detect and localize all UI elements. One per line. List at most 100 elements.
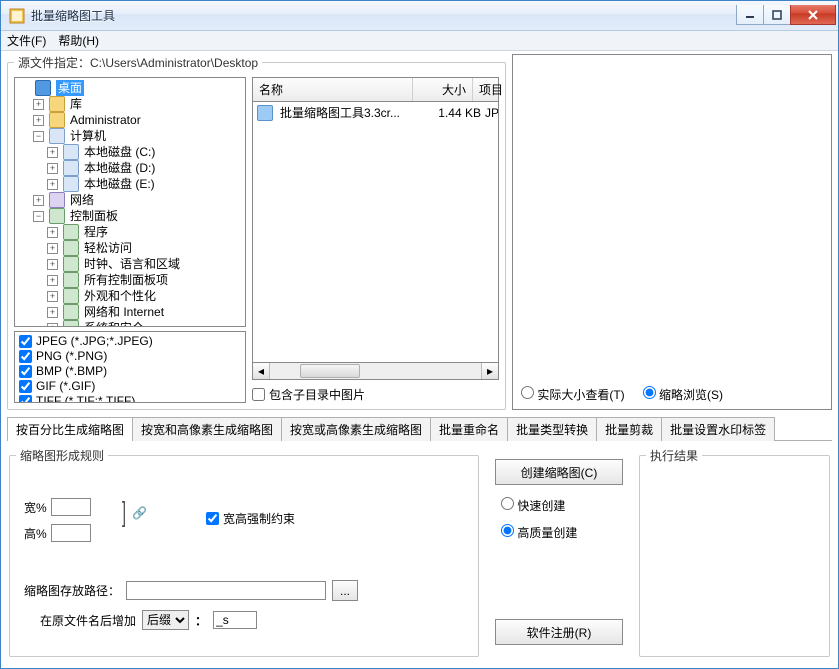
filelist-header[interactable]: 名称 大小 项目: [252, 77, 499, 101]
menu-help[interactable]: 帮助(H): [58, 32, 99, 49]
tree-libraries[interactable]: 库: [70, 96, 82, 112]
file-size: 1.44 KB: [421, 106, 481, 120]
result-group: 执行结果: [639, 447, 830, 657]
menubar: 文件(F) 帮助(H): [1, 31, 838, 51]
tree-security[interactable]: 系统和安全: [84, 320, 144, 327]
libraries-icon: [49, 96, 65, 112]
folder-tree[interactable]: 桌面 +库 +Administrator −计算机 +本地磁盘 (C:) +本地…: [14, 77, 246, 327]
filetype-filters[interactable]: JPEG (*.JPG;*.JPEG) PNG (*.PNG) BMP (*.B…: [14, 331, 246, 403]
suffix-mode-select[interactable]: 后缀: [142, 610, 189, 630]
file-name: 批量缩略图工具3.3cr...: [280, 104, 400, 121]
net-internet-icon: [63, 304, 79, 320]
filter-bmp[interactable]: BMP (*.BMP): [19, 364, 241, 379]
drive-icon: [63, 144, 79, 160]
filter-jpeg[interactable]: JPEG (*.JPG;*.JPEG): [19, 334, 241, 349]
constrain-ratio[interactable]: 宽高强制约束: [206, 510, 295, 527]
tabstrip: 按百分比生成缩略图 按宽和高像素生成缩略图 按宽或高像素生成缩略图 批量重命名 …: [7, 416, 832, 441]
tab-rename[interactable]: 批量重命名: [430, 417, 508, 441]
height-label: 高%: [24, 525, 47, 542]
actions-column: 创建缩略图(C) 快速创建 高质量创建 软件注册(R): [489, 445, 629, 659]
tree-drive-e[interactable]: 本地磁盘 (E:): [84, 176, 155, 192]
expand-icon[interactable]: +: [33, 99, 44, 110]
width-label: 宽%: [24, 499, 47, 516]
window-buttons: [737, 5, 836, 25]
filelist-row[interactable]: 批量缩略图工具3.3cr... 1.44 KB JPEG: [253, 102, 498, 123]
col-name[interactable]: 名称: [253, 78, 413, 101]
tree-desktop[interactable]: 桌面: [56, 80, 84, 96]
register-button[interactable]: 软件注册(R): [495, 619, 623, 645]
all-cp-icon: [63, 272, 79, 288]
filelist-scrollbar[interactable]: ◂ ▸: [252, 363, 499, 380]
scroll-thumb[interactable]: [300, 364, 360, 378]
result-area: [646, 470, 823, 640]
view-actual-size[interactable]: 实际大小查看(T): [521, 386, 625, 403]
tree-netint[interactable]: 网络和 Internet: [84, 304, 164, 320]
menu-file[interactable]: 文件(F): [7, 32, 46, 49]
tree-computer[interactable]: 计算机: [70, 128, 106, 144]
save-path-label: 缩略图存放路径：: [24, 582, 120, 599]
colon-label: ：: [195, 612, 207, 629]
tab-by-w-or-h[interactable]: 按宽或高像素生成缩略图: [281, 417, 431, 441]
quick-create-radio[interactable]: 快速创建: [501, 497, 623, 514]
network-icon: [49, 192, 65, 208]
browse-button[interactable]: ...: [332, 580, 358, 601]
control-panel-icon: [49, 208, 65, 224]
clock-icon: [63, 256, 79, 272]
tab-convert[interactable]: 批量类型转换: [507, 417, 597, 441]
tree-programs[interactable]: 程序: [84, 224, 108, 240]
window-title: 批量缩略图工具: [31, 7, 115, 24]
scroll-track[interactable]: [270, 363, 481, 379]
suffix-input[interactable]: [213, 611, 257, 629]
tree-admin[interactable]: Administrator: [70, 112, 141, 128]
drive-icon: [63, 176, 79, 192]
tree-ease[interactable]: 轻松访问: [84, 240, 132, 256]
app-window: 批量缩略图工具 文件(F) 帮助(H) 源文件指定：C:\Users\Admin…: [0, 0, 839, 669]
tree-clock[interactable]: 时钟、语言和区域: [84, 256, 180, 272]
filter-png[interactable]: PNG (*.PNG): [19, 349, 241, 364]
rule-legend: 缩略图形成规则: [16, 447, 108, 464]
preview-panel: 实际大小查看(T) 缩略浏览(S): [512, 54, 832, 410]
minimize-button[interactable]: [736, 5, 764, 25]
rule-group: 缩略图形成规则 宽% 高% ] 🔗 宽高强制约束 缩略图存放路径： ...: [9, 447, 479, 657]
hq-create-radio[interactable]: 高质量创建: [501, 524, 623, 541]
appearance-icon: [63, 288, 79, 304]
filter-gif[interactable]: GIF (*.GIF): [19, 379, 241, 394]
security-icon: [63, 320, 79, 327]
preview-area: [513, 55, 831, 380]
width-percent-input[interactable]: [51, 498, 91, 516]
bracket-icon: ]: [122, 496, 126, 528]
filelist[interactable]: 批量缩略图工具3.3cr... 1.44 KB JPEG: [252, 101, 499, 363]
computer-icon: [49, 128, 65, 144]
close-button[interactable]: [790, 5, 836, 25]
tree-drive-c[interactable]: 本地磁盘 (C:): [84, 144, 155, 160]
source-legend: 源文件指定：C:\Users\Administrator\Desktop: [14, 54, 262, 71]
view-thumbnail[interactable]: 缩略浏览(S): [643, 386, 723, 403]
tab-by-wh-pixels[interactable]: 按宽和高像素生成缩略图: [132, 417, 282, 441]
file-type: JPEG: [485, 106, 499, 120]
tab-watermark[interactable]: 批量设置水印标签: [661, 417, 775, 441]
tabs: 按百分比生成缩略图 按宽和高像素生成缩略图 按宽或高像素生成缩略图 批量重命名 …: [7, 416, 832, 663]
titlebar[interactable]: 批量缩略图工具: [1, 1, 838, 31]
ease-icon: [63, 240, 79, 256]
scroll-right-button[interactable]: ▸: [481, 363, 498, 379]
create-thumbnail-button[interactable]: 创建缩略图(C): [495, 459, 623, 485]
col-size[interactable]: 大小: [413, 78, 473, 101]
tree-network[interactable]: 网络: [70, 192, 94, 208]
save-path-input[interactable]: [126, 581, 326, 600]
filter-tiff[interactable]: TIFF (*.TIF;*.TIFF): [19, 394, 241, 403]
tree-drive-d[interactable]: 本地磁盘 (D:): [84, 160, 155, 176]
include-subdirs[interactable]: 包含子目录中图片: [252, 386, 499, 403]
user-icon: [49, 112, 65, 128]
tab-percent[interactable]: 按百分比生成缩略图: [7, 417, 133, 441]
tab-crop[interactable]: 批量剪裁: [596, 417, 662, 441]
scroll-left-button[interactable]: ◂: [253, 363, 270, 379]
maximize-button[interactable]: [763, 5, 791, 25]
image-file-icon: [257, 105, 273, 121]
suffix-label: 在原文件名后增加: [40, 612, 136, 629]
tree-all[interactable]: 所有控制面板项: [84, 272, 168, 288]
tree-control-panel[interactable]: 控制面板: [70, 208, 118, 224]
height-percent-input[interactable]: [51, 524, 91, 542]
desktop-icon: [35, 80, 51, 96]
tree-appearance[interactable]: 外观和个性化: [84, 288, 156, 304]
link-icon: 🔗: [132, 506, 147, 520]
